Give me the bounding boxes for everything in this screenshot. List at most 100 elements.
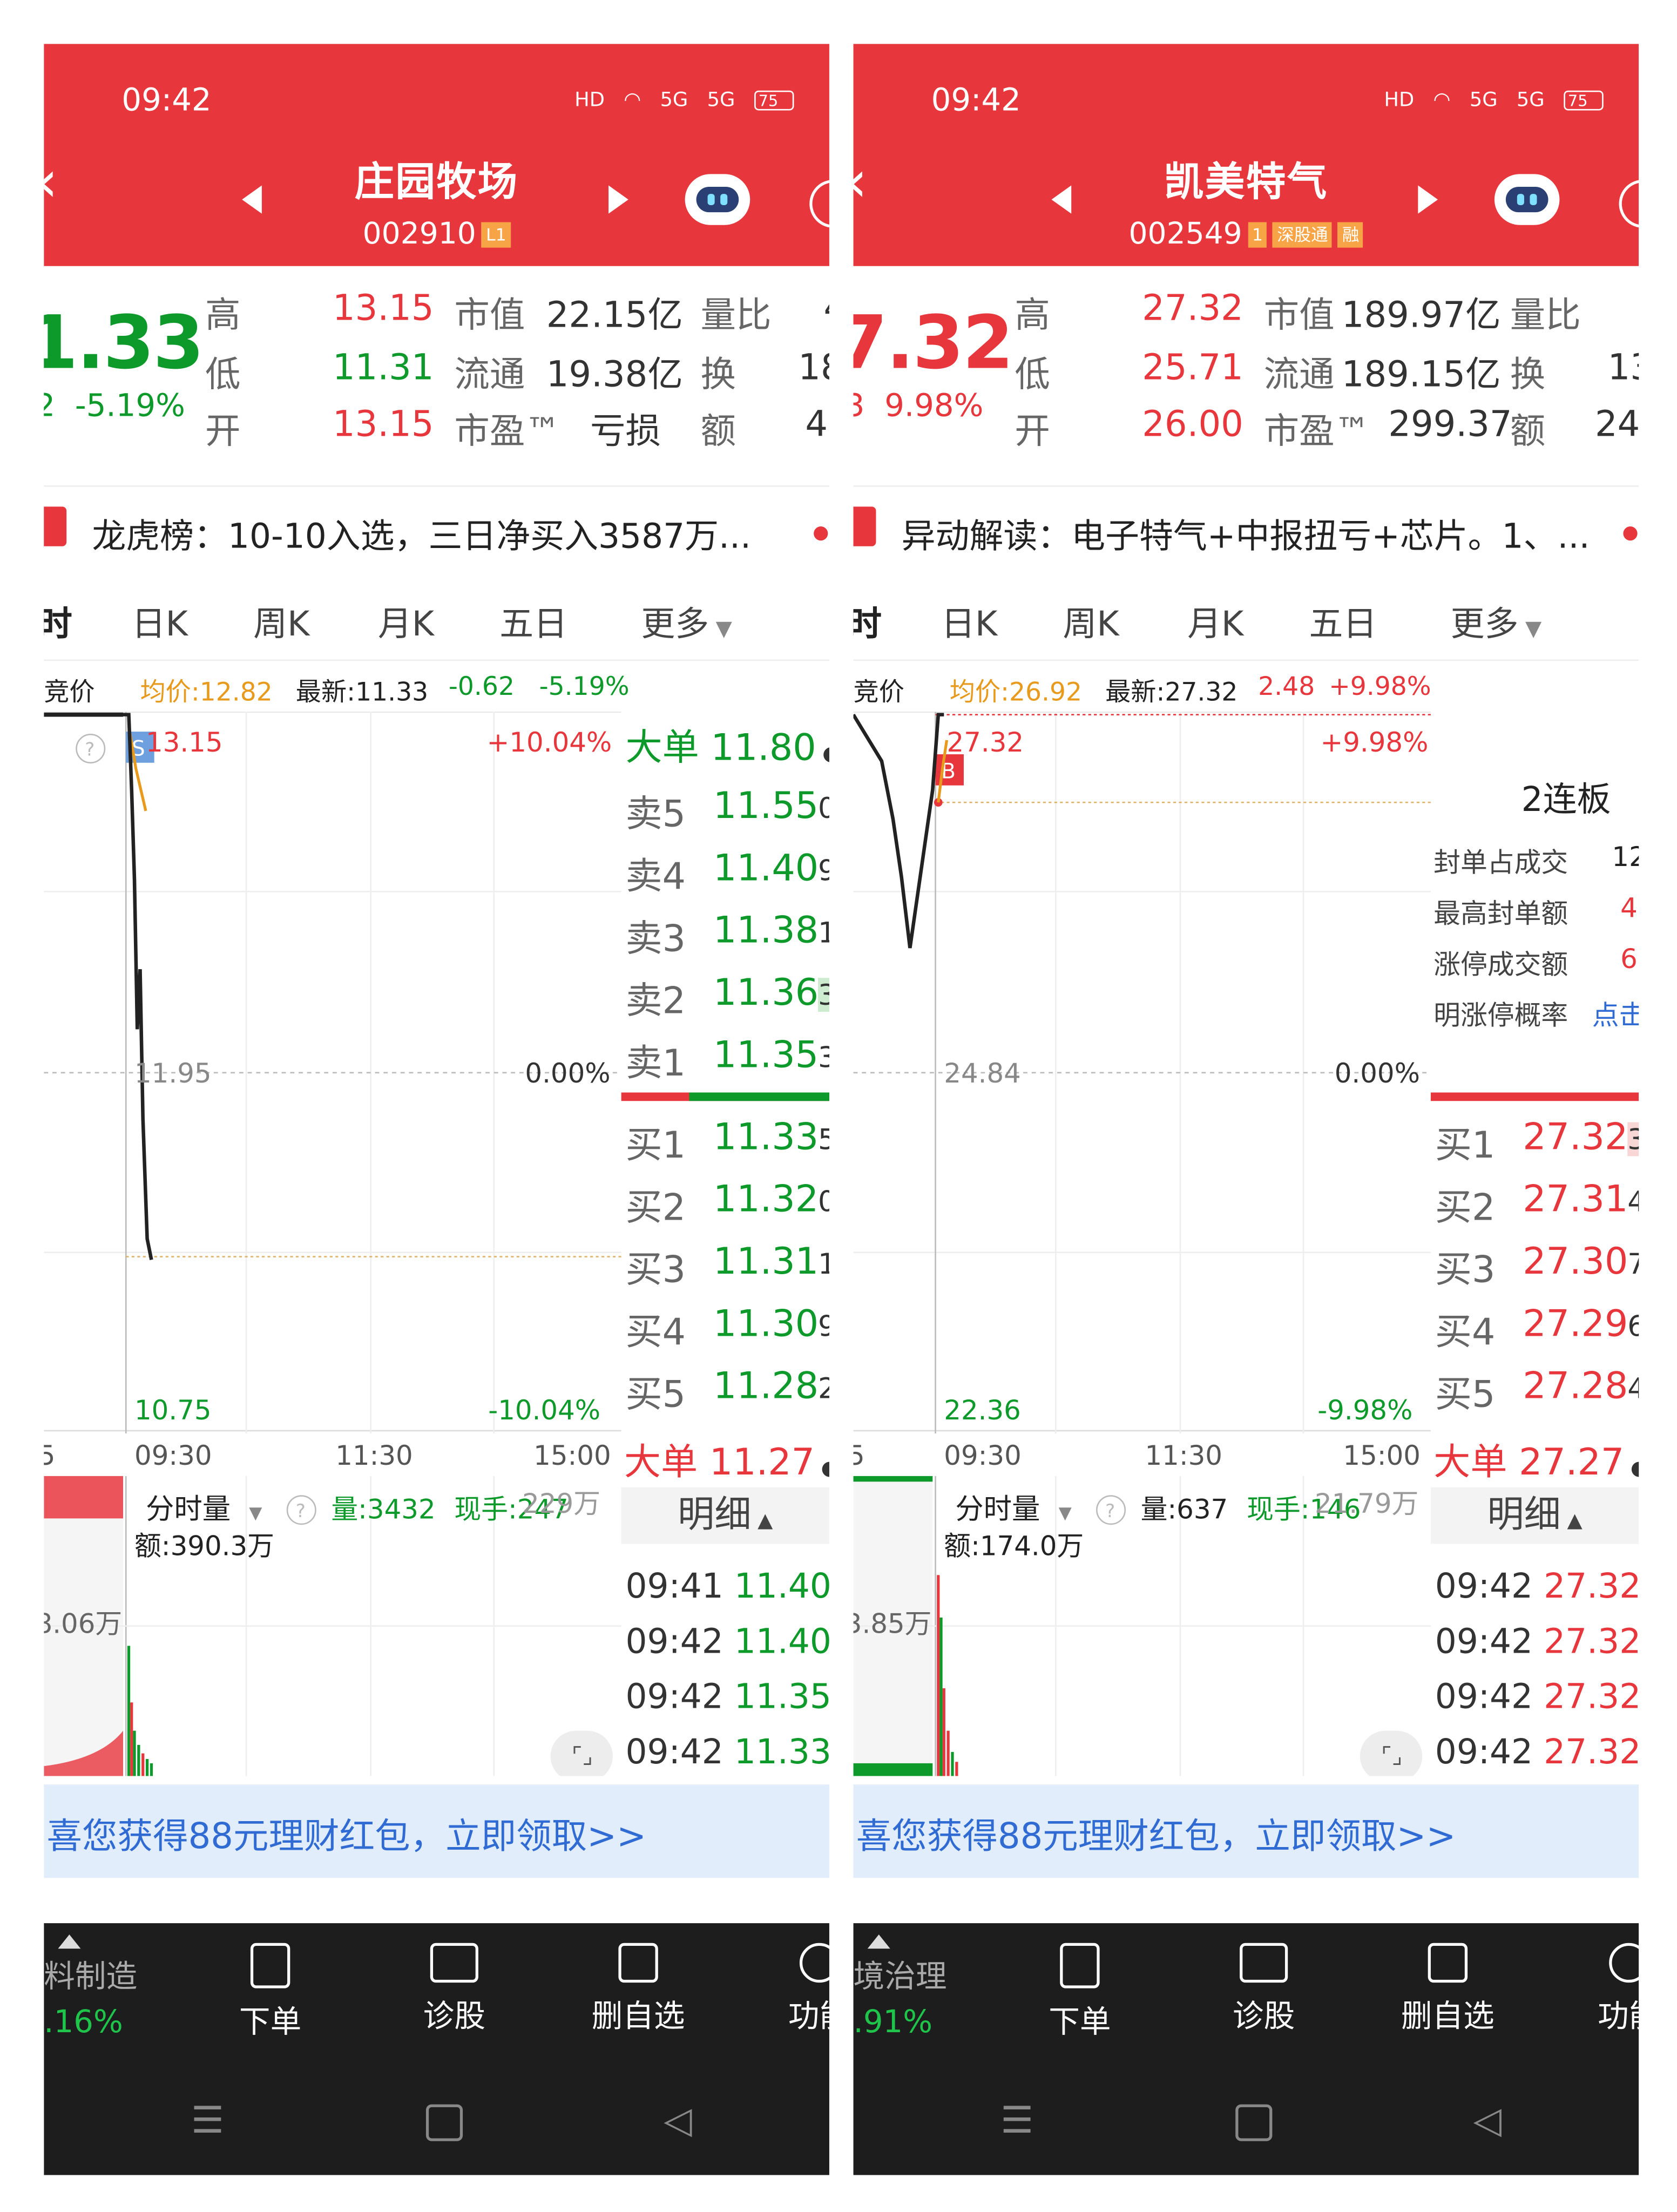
buy2-row[interactable]: 买2 11.320: [626, 1179, 829, 1231]
sell5-row[interactable]: 卖5 11.550: [626, 786, 829, 838]
promo-banner[interactable]: 喜您获得88元理财红包，立即领取>>: [853, 1784, 1639, 1878]
tick-detail-header[interactable]: 明细 ▲: [1430, 1487, 1639, 1544]
buy3-row[interactable]: 买3 11.311: [626, 1241, 829, 1294]
buy1-row[interactable]: 买1 11.335: [626, 1117, 829, 1169]
order-button[interactable]: 下单: [214, 1943, 327, 2042]
remove-watchlist-icon: [1428, 1943, 1468, 1983]
tick-time: 09:42: [625, 1621, 723, 1662]
buy4-row[interactable]: 买4 27.296: [1435, 1303, 1639, 1356]
buy5-row[interactable]: 买5 27.284: [1435, 1365, 1639, 1418]
volume-mode[interactable]: 分时量: [955, 1492, 1040, 1525]
amount-value: 额:390.3万: [134, 1531, 274, 1562]
order-label: 下单: [1049, 2005, 1111, 2041]
bottom-toolbar: 境治理 .91% 下单 诊股 删自选 功能 ☰ ◁: [853, 1923, 1639, 2175]
tab-fiveday[interactable]: 五日: [1309, 596, 1377, 645]
board-row[interactable]: 明涨停概率点击: [1433, 995, 1639, 1033]
tick-time: 09:41: [625, 1566, 723, 1606]
robot-assistant-icon[interactable]: [1494, 174, 1560, 225]
sell2-row[interactable]: 卖2 11.363: [626, 972, 829, 1025]
menu-nav-icon[interactable]: ☰: [191, 2100, 224, 2143]
time-axis-start: 5: [854, 1440, 865, 1472]
tick-row: 09:41 11.40 3: [626, 1567, 829, 1606]
buy3-price: 27.30: [1523, 1241, 1628, 1284]
vr-value: 4: [823, 287, 829, 328]
tab-weekly[interactable]: 周K: [1063, 596, 1119, 645]
buy5-label: 买5: [625, 1374, 686, 1417]
chevron-down-icon: ▼: [709, 615, 732, 641]
tab-intraday[interactable]: 时: [854, 596, 882, 645]
news-ticker[interactable]: 龙虎榜：10-10入选，三日净买入3587万...: [44, 485, 829, 572]
remove-watchlist-button[interactable]: 删自选: [581, 1943, 695, 2037]
wifi-icon: ◠: [624, 89, 641, 112]
low-label: 低: [205, 354, 241, 395]
intraday-chart[interactable]: B 27.32 +9.98% 24.84 0.00% 22.36 -9.98%: [853, 711, 1431, 1434]
board-title: 2连板: [1521, 780, 1611, 820]
menu-nav-icon[interactable]: ☰: [1000, 2100, 1033, 2143]
volume-chart[interactable]: ⌜⌟ 8.06万 分时量 ▼ ? 量:3432 现手:247 229万 额:39…: [44, 1476, 621, 1782]
tab-more[interactable]: 更多 ▼: [1451, 596, 1542, 645]
buy5-price: 11.28: [713, 1365, 819, 1408]
remove-watchlist-button[interactable]: 删自选: [1391, 1943, 1505, 2037]
tick-price: 27.32: [1544, 1566, 1639, 1606]
svg-text:?: ?: [296, 1500, 306, 1522]
expand-up-icon[interactable]: [867, 1934, 890, 1949]
tab-weekly[interactable]: 周K: [253, 596, 309, 645]
buy3-row[interactable]: 买3 27.307: [1435, 1241, 1639, 1294]
tab-daily[interactable]: 日K: [941, 596, 997, 645]
promo-text: 喜您获得88元理财红包，立即领取>>: [856, 1815, 1456, 1857]
book-divider-green: [689, 1092, 829, 1101]
index-name[interactable]: 境治理: [854, 1951, 947, 1997]
tab-monthly[interactable]: 月K: [378, 596, 434, 645]
intraday-chart[interactable]: ? S 13.15 +10.04% 11.95 0.00% 10.75 -10.…: [44, 711, 621, 1434]
tab-more-label: 更多: [641, 604, 709, 644]
buy4-label: 买4: [1435, 1311, 1496, 1355]
buy1-row[interactable]: 买1 27.323: [1435, 1117, 1639, 1169]
stock-header: 09:42 HD ◠ 5G 5G 75 ‹ 庄园牧场 002910L1: [44, 44, 829, 266]
diagnose-button[interactable]: 诊股: [1207, 1943, 1321, 2037]
sell4-row[interactable]: 卖4 11.409: [626, 848, 829, 900]
volume-mode[interactable]: 分时量: [146, 1492, 231, 1525]
volume-chart[interactable]: ⌜⌟ 3.85万 分时量 ▼ ? 量:637 现手:146 21.79万 额:1…: [853, 1476, 1431, 1782]
latest-price: 最新:11.33: [295, 678, 429, 708]
tab-daily[interactable]: 日K: [132, 596, 188, 645]
home-nav-icon[interactable]: [1235, 2104, 1273, 2141]
sell3-row[interactable]: 卖3 11.381: [626, 910, 829, 962]
promo-banner[interactable]: 喜您获得88元理财红包，立即领取>>: [44, 1784, 829, 1878]
order-button[interactable]: 下单: [1023, 1943, 1137, 2042]
index-name[interactable]: 料制造: [44, 1951, 137, 1997]
buy4-label: 买4: [625, 1311, 686, 1355]
index-pct: .91%: [853, 2005, 933, 2041]
buy2-row[interactable]: 买2 27.314: [1435, 1179, 1639, 1231]
tab-more[interactable]: 更多 ▼: [641, 596, 732, 645]
tab-fiveday[interactable]: 五日: [499, 596, 567, 645]
tab-intraday[interactable]: 时: [44, 596, 72, 645]
low-label: 低: [1015, 354, 1050, 395]
home-nav-icon[interactable]: [425, 2104, 463, 2141]
sell1-row[interactable]: 卖1 11.353: [625, 1034, 829, 1087]
next-stock-icon[interactable]: [1418, 185, 1438, 214]
tick-detail-header[interactable]: 明细 ▲: [621, 1487, 829, 1544]
function-button[interactable]: 功能: [763, 1943, 829, 2037]
signal-icon: 5G: [1469, 89, 1498, 112]
chart-info-line: 竞价 均价:26.92 最新:27.32 2.48 +9.98%: [854, 669, 1639, 712]
tick-detail-title: 明细: [678, 1494, 752, 1537]
back-nav-icon[interactable]: ◁: [1473, 2100, 1502, 2143]
buy4-row[interactable]: 买4 11.309: [625, 1303, 829, 1356]
diagnose-button[interactable]: 诊股: [398, 1943, 511, 2037]
buy5-row[interactable]: 买5 11.282: [625, 1365, 829, 1418]
robot-assistant-icon[interactable]: [685, 174, 750, 225]
unread-dot: [1623, 526, 1638, 541]
function-button[interactable]: 功能: [1572, 1943, 1639, 2037]
tab-monthly[interactable]: 月K: [1187, 596, 1243, 645]
buy5-qty: 2: [818, 1371, 829, 1405]
high-value: 27.32: [1142, 287, 1243, 329]
svg-text:⌜⌟: ⌜⌟: [1381, 1742, 1402, 1769]
news-ticker[interactable]: 异动解读：电子特气+中报扭亏+芯片。1、...: [853, 485, 1639, 572]
function-label: 功能: [788, 1999, 829, 2035]
back-nav-icon[interactable]: ◁: [664, 2100, 692, 2143]
sell1-label: 卖1: [625, 1043, 686, 1086]
big-order-top[interactable]: 大单 11.80 ●: [626, 719, 829, 772]
next-stock-icon[interactable]: [608, 185, 628, 214]
board-row-link[interactable]: 点击: [1592, 995, 1639, 1033]
expand-up-icon[interactable]: [58, 1934, 81, 1949]
